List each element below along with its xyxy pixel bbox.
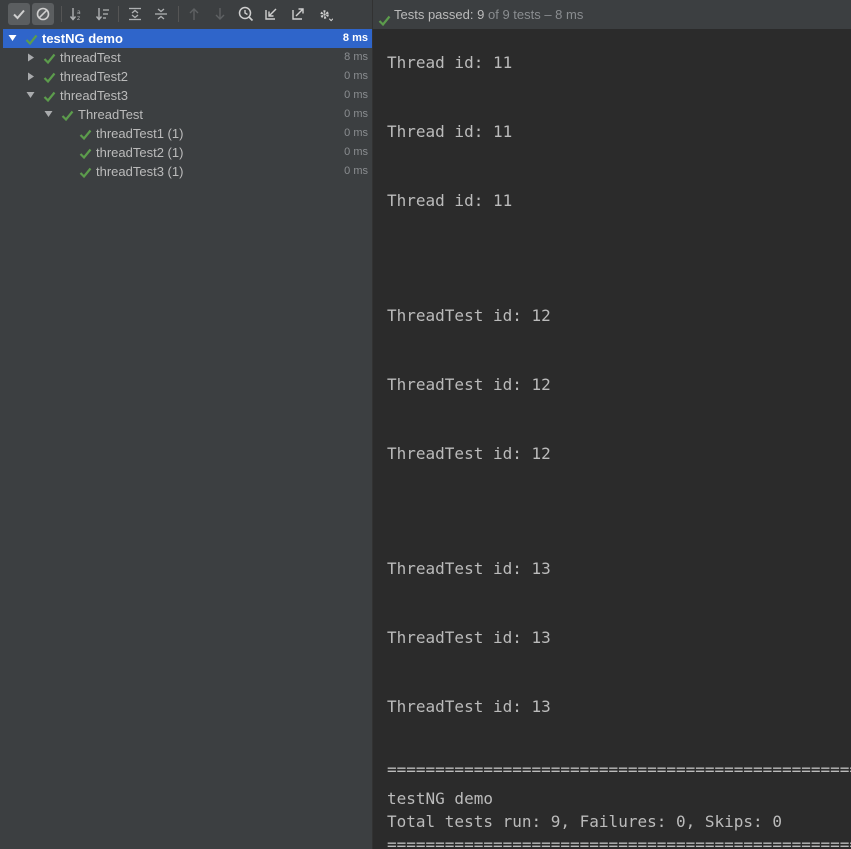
tree-row-duration: 0 ms xyxy=(344,70,368,82)
sort-alphabetically-icon[interactable]: az xyxy=(66,3,88,25)
console-line: testNG demo xyxy=(387,789,493,808)
test-runner-window: az testNG demo 8 ms threadTest 8 ms thre… xyxy=(0,0,851,849)
expanded-arrow-icon[interactable] xyxy=(43,105,55,124)
export-tests-icon[interactable] xyxy=(287,3,309,25)
console-line: ========================================… xyxy=(387,835,851,849)
console-line: ThreadTest id: 12 xyxy=(387,306,551,325)
collapsed-arrow-icon[interactable] xyxy=(25,48,37,67)
collapse-all-icon[interactable] xyxy=(150,3,172,25)
tree-row[interactable]: threadTest3 (1) 0 ms xyxy=(3,162,372,181)
passed-check-icon xyxy=(43,89,56,103)
tree-row-duration: 8 ms xyxy=(342,32,368,44)
tree-row-label: threadTest2 xyxy=(60,69,128,84)
tree-row-label: ThreadTest xyxy=(78,107,144,122)
expand-all-icon[interactable] xyxy=(124,3,146,25)
tree-row[interactable]: threadTest3 0 ms xyxy=(3,86,372,105)
status-suffix: of 9 tests – 8 ms xyxy=(487,7,584,22)
console-line: ========================================… xyxy=(387,760,851,779)
console-line: ThreadTest id: 12 xyxy=(387,375,551,394)
toolbar-separator xyxy=(178,6,179,22)
next-failed-icon[interactable] xyxy=(209,3,231,25)
tree-row[interactable]: threadTest2 (1) 0 ms xyxy=(3,143,372,162)
settings-gear-icon[interactable] xyxy=(314,3,336,25)
tree-row[interactable]: threadTest2 0 ms xyxy=(3,67,372,86)
import-tests-icon[interactable] xyxy=(260,3,282,25)
tree-row-duration: 8 ms xyxy=(344,51,368,63)
status-prefix: Tests passed: xyxy=(394,7,474,22)
tree-row-duration: 0 ms xyxy=(344,89,368,101)
console-line: Thread id: 11 xyxy=(387,122,513,141)
console-line: ThreadTest id: 13 xyxy=(387,559,551,578)
status-text: Tests passed: 9 of 9 tests – 8 ms xyxy=(394,0,583,29)
console-line: Thread id: 11 xyxy=(387,191,513,210)
expanded-arrow-icon[interactable] xyxy=(25,86,37,105)
passed-check-icon xyxy=(43,70,56,84)
test-toolbar: az xyxy=(0,0,372,29)
test-history-icon[interactable] xyxy=(235,3,257,25)
console-panel: Tests passed: 9 of 9 tests – 8 ms Thread… xyxy=(373,0,851,849)
tree-row[interactable]: threadTest 8 ms xyxy=(3,48,372,67)
show-passed-icon[interactable] xyxy=(8,3,30,25)
passed-check-icon xyxy=(378,8,391,27)
sort-by-duration-icon[interactable] xyxy=(92,3,114,25)
toolbar-separator xyxy=(118,6,119,22)
tree-row-duration: 0 ms xyxy=(344,165,368,177)
tree-row-label: threadTest xyxy=(60,50,121,65)
passed-check-icon xyxy=(43,51,56,65)
status-passed-count: 9 xyxy=(477,7,485,22)
collapsed-arrow-icon[interactable] xyxy=(25,67,37,86)
passed-check-icon xyxy=(79,127,92,141)
console-line: Total tests run: 9, Failures: 0, Skips: … xyxy=(387,812,782,831)
passed-check-icon xyxy=(79,146,92,160)
test-tree-panel: az testNG demo 8 ms threadTest 8 ms thre… xyxy=(0,0,372,849)
passed-check-icon xyxy=(25,32,38,46)
test-status-bar: Tests passed: 9 of 9 tests – 8 ms xyxy=(373,0,851,29)
tree-row-duration: 0 ms xyxy=(344,146,368,158)
tree-row[interactable]: testNG demo 8 ms xyxy=(3,29,372,48)
tree-row-duration: 0 ms xyxy=(344,108,368,120)
expanded-arrow-icon[interactable] xyxy=(7,29,19,48)
console-line: ThreadTest id: 12 xyxy=(387,444,551,463)
tree-row-label: threadTest2 (1) xyxy=(96,145,184,160)
console-line: Thread id: 11 xyxy=(387,53,513,72)
passed-check-icon xyxy=(79,165,92,179)
console-line: ThreadTest id: 13 xyxy=(387,628,551,647)
console-line: ThreadTest id: 13 xyxy=(387,697,551,716)
tree-row-label: threadTest3 xyxy=(60,88,128,103)
tree-row-label: threadTest1 (1) xyxy=(96,126,184,141)
tree-row[interactable]: ThreadTest 0 ms xyxy=(3,105,372,124)
tree-row-duration: 0 ms xyxy=(344,127,368,139)
show-ignored-icon[interactable] xyxy=(32,3,54,25)
svg-text:z: z xyxy=(77,15,80,21)
tree-row[interactable]: threadTest1 (1) 0 ms xyxy=(3,124,372,143)
tree-row-label: testNG demo xyxy=(42,31,123,46)
previous-failed-icon[interactable] xyxy=(183,3,205,25)
passed-check-icon xyxy=(61,108,74,122)
tree-row-label: threadTest3 (1) xyxy=(96,164,184,179)
toolbar-separator xyxy=(61,6,62,22)
